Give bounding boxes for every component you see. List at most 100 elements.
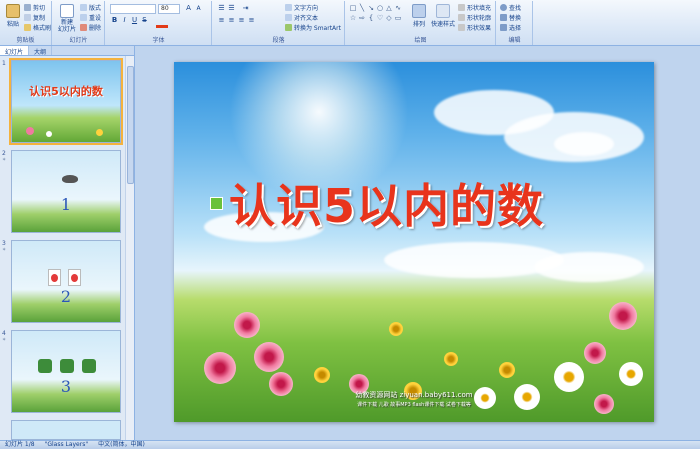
italic-button[interactable]: I (120, 16, 129, 25)
drawing-group: □ ╲ ↘ ○ △ ∿ ☆ ⇨ { ♡ ◇ ▭ 排列 快速样式 形状填充 形状轮… (346, 1, 496, 45)
shape-outline-button[interactable]: 形状轮廓 (458, 13, 491, 22)
status-bar: 幻灯片 1/8 "Glass Layers" 中文(简体，中国) (0, 440, 700, 449)
new-slide-button[interactable]: 新建 幻灯片 (55, 2, 79, 34)
reset-button[interactable]: 重设 (80, 13, 101, 22)
triangle-shape-icon[interactable]: △ (385, 4, 393, 12)
callout-shape-icon[interactable]: ▭ (394, 14, 402, 22)
slide-number: 1 (2, 60, 6, 67)
replace-button[interactable]: 替换 (500, 13, 521, 22)
font-size-combo[interactable]: 80 (158, 4, 180, 14)
slide-thumbnail-4[interactable]: 4 ✶ 3 (0, 330, 124, 414)
paste-icon (6, 4, 20, 18)
align-text-icon (285, 14, 292, 21)
editing-group: 查找 替换 选择 编辑 (497, 1, 533, 45)
daisy-icon (554, 362, 584, 392)
align-center-icon[interactable]: ≡ (227, 16, 236, 25)
line-shape-icon[interactable]: ╲ (358, 4, 366, 12)
heart-shape-icon[interactable]: ♡ (376, 14, 384, 22)
cut-button[interactable]: 剪切 (24, 3, 45, 12)
theme-name: "Glass Layers" (44, 441, 89, 448)
select-button[interactable]: 选择 (500, 23, 521, 32)
strikethrough-button[interactable]: S (140, 16, 149, 25)
underline-button[interactable]: U (130, 16, 139, 25)
font-color-icon[interactable] (156, 25, 168, 28)
align-right-icon[interactable]: ≡ (237, 16, 246, 25)
arrow-shape-icon[interactable]: ↘ (367, 4, 375, 12)
rectangle-shape-icon[interactable]: □ (349, 4, 357, 12)
thumbnail-image[interactable]: 1 (11, 150, 121, 233)
text-direction-button[interactable]: 文字方向 (285, 3, 318, 12)
title-placeholder[interactable]: 认识5以内的数 (210, 170, 544, 236)
watermark-text: 幼教资源网站 ziyuan.baby611.com (355, 391, 473, 399)
tab-outline[interactable]: 大纲 (29, 46, 53, 56)
star-shape-icon[interactable]: ☆ (349, 14, 357, 22)
bold-button[interactable]: B (110, 16, 119, 25)
right-arrow-shape-icon[interactable]: ⇨ (358, 14, 366, 22)
thumbnail-image[interactable]: 认识5以内的数 (9, 58, 123, 145)
align-text-button[interactable]: 对齐文本 (285, 13, 318, 22)
layout-button[interactable]: 版式 (80, 3, 101, 12)
flower-icon (389, 322, 403, 336)
slide-thumbnail-2[interactable]: 2 ✶ 1 (0, 150, 124, 234)
paragraph-label: 段落 (272, 37, 285, 44)
justify-icon[interactable]: ≡ (247, 16, 256, 25)
copy-button[interactable]: 复制 (24, 13, 45, 22)
scrollbar-thumb[interactable] (127, 66, 134, 184)
replace-icon (500, 14, 507, 21)
quick-styles-icon (436, 4, 450, 18)
tab-slides[interactable]: 幻灯片 (0, 46, 30, 56)
font-group: 80 A A B I U S 字体 (106, 1, 212, 45)
indent-icon[interactable]: ⇥ (241, 4, 250, 13)
flower-icon (204, 352, 236, 384)
thumbnail-image[interactable]: 2 (11, 240, 121, 323)
slide-editing-area: 认识5以内的数 幼教资源网站 ziyuan.baby611.com 课件下载 儿… (136, 46, 700, 440)
find-icon (500, 4, 507, 11)
slide-thumbnail-3[interactable]: 3 ✶ 2 (0, 240, 124, 324)
strawberry-card-icon (48, 269, 61, 286)
shape-fill-button[interactable]: 形状填充 (458, 3, 491, 12)
find-button[interactable]: 查找 (500, 3, 521, 12)
shape-effects-button[interactable]: 形状效果 (458, 23, 491, 32)
thumbnail-image[interactable] (11, 420, 121, 440)
ribbon: 粘贴 剪切 复制 格式刷 剪贴板 新建 幻灯片 版式 重设 删除 幻灯片 80 … (0, 0, 700, 46)
format-painter-button[interactable]: 格式刷 (24, 23, 51, 32)
font-label: 字体 (152, 37, 165, 44)
quick-styles-button[interactable]: 快速样式 (430, 2, 456, 34)
slide-thumbnail-5[interactable] (0, 420, 124, 440)
arrange-icon (412, 4, 426, 18)
smartart-button[interactable]: 转换为 SmartArt (285, 23, 341, 32)
flower-icon (499, 362, 515, 378)
thumbnail-title: 认识5以内的数 (29, 85, 103, 98)
shrink-font-icon[interactable]: A (194, 4, 203, 13)
thumbnail-digit: 2 (60, 287, 72, 306)
paste-button[interactable]: 粘贴 (2, 2, 24, 34)
numbering-icon[interactable]: ☰ (227, 4, 236, 13)
slide-title[interactable]: 认识5以内的数 (229, 170, 544, 236)
flower-icon (46, 131, 52, 137)
oval-shape-icon[interactable]: ○ (376, 4, 384, 12)
current-slide[interactable]: 认识5以内的数 幼教资源网站 ziyuan.baby611.com 课件下载 儿… (174, 62, 654, 422)
grow-font-icon[interactable]: A (184, 4, 193, 13)
align-left-icon[interactable]: ≡ (217, 16, 226, 25)
flower-icon (584, 342, 606, 364)
scissors-icon (24, 4, 31, 11)
flower-icon (314, 367, 330, 383)
delete-button[interactable]: 删除 (80, 23, 101, 32)
arrange-button[interactable]: 排列 (408, 2, 430, 34)
select-icon (500, 24, 507, 31)
panel-tabs: 幻灯片 大纲 (0, 46, 134, 56)
language-indicator[interactable]: 中文(简体，中国) (93, 441, 150, 449)
font-name-combo[interactable] (110, 4, 156, 14)
animation-icon: ✶ (2, 247, 7, 253)
bullet-icon (210, 196, 223, 210)
brush-icon (24, 24, 31, 31)
slide-thumbnail-1[interactable]: 1 认识5以内的数 (0, 58, 124, 145)
flower-icon (609, 302, 637, 330)
panel-scrollbar[interactable] (125, 56, 134, 440)
diamond-shape-icon[interactable]: ◇ (385, 14, 393, 22)
thumbnail-image[interactable]: 3 (11, 330, 121, 413)
bullets-icon[interactable]: ☰ (217, 4, 226, 13)
curve-shape-icon[interactable]: ∿ (394, 4, 402, 12)
flower-icon (96, 129, 103, 136)
brace-shape-icon[interactable]: { (367, 14, 375, 22)
